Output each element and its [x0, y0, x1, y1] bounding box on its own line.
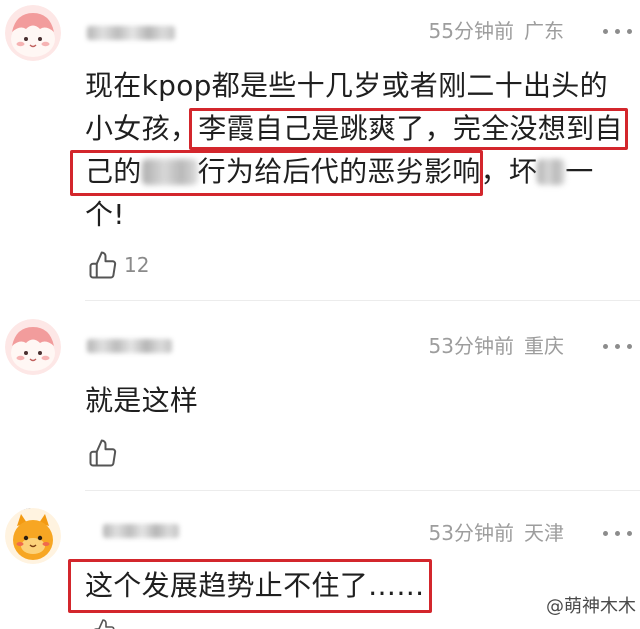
highlight-box: 这个发展趋势止不住了……: [68, 559, 432, 613]
more-dots-icon[interactable]: [603, 29, 632, 34]
highlight-box: 己的 行为给后代的恶劣影响: [70, 150, 483, 196]
username-blurred[interactable]: [103, 524, 179, 538]
like-button[interactable]: [88, 438, 118, 468]
comment-location: 广东: [524, 19, 564, 43]
comment-text-line: 小女孩，李霞自己是跳爽了，完全没想到自: [85, 107, 628, 150]
more-dots-icon[interactable]: [603, 344, 632, 349]
comment-meta: 55分钟前 广东: [429, 20, 564, 42]
highlighted-text: 行为给后代的恶劣影响: [197, 155, 481, 188]
comment-meta: 53分钟前 重庆: [429, 335, 564, 357]
comment-time: 55分钟前: [428, 19, 514, 43]
avatar-icon[interactable]: [5, 5, 61, 61]
highlight-box: 李霞自己是跳爽了，完全没想到自: [189, 107, 628, 150]
comment-text-line: 己的 行为给后代的恶劣影响，坏一: [70, 150, 623, 196]
comment-time: 53分钟前: [428, 334, 514, 358]
comment-text-line: 这个发展趋势止不住了……: [68, 559, 432, 613]
thumbs-up-icon: [89, 439, 117, 467]
text-segment: 现在kpop都是些十几岁或者刚二十出头的: [85, 69, 608, 102]
comment-text-line: 现在kpop都是些十几岁或者刚二十出头的: [85, 64, 623, 107]
thumbs-up-icon[interactable]: [92, 618, 116, 629]
comment-time: 53分钟前: [428, 521, 514, 545]
text-segment: 个!: [85, 198, 125, 231]
highlighted-text: 这个发展趋势止不住了……: [85, 569, 425, 602]
comment-text: 现在kpop都是些十几岁或者刚二十出头的 小女孩，李霞自己是跳爽了，完全没想到自…: [70, 64, 628, 236]
comment-item: 55分钟前 广东 现在kpop都是些十几岁或者刚二十出头的 小女孩，李霞自己是跳爽…: [0, 0, 640, 300]
comment-location: 重庆: [524, 334, 564, 358]
comment-text-line: 就是这样: [85, 379, 198, 422]
username-blurred[interactable]: [87, 26, 175, 40]
comment-text: 就是这样: [85, 379, 198, 422]
redacted-text-blur: [537, 159, 566, 185]
redacted-text-blur: [141, 159, 198, 185]
comment-text-line: 个!: [85, 193, 623, 236]
avatar-icon[interactable]: [5, 508, 61, 564]
text-segment: ，坏: [480, 155, 538, 188]
comment-location: 天津: [524, 521, 564, 545]
like-count: 12: [124, 253, 150, 277]
comment-text: 这个发展趋势止不住了……: [68, 559, 432, 613]
avatar-icon[interactable]: [5, 319, 61, 375]
text-segment: 就是这样: [85, 384, 199, 417]
divider: [85, 300, 640, 301]
highlighted-text: 李霞自己是跳爽了，完全没想到自: [198, 112, 623, 145]
username-blurred[interactable]: [87, 339, 172, 353]
highlighted-text: 己的: [85, 155, 142, 188]
text-segment: 小女孩，: [85, 112, 199, 145]
comment-meta: 53分钟前 天津: [429, 522, 564, 544]
thumbs-up-icon: [89, 251, 117, 279]
watermark: @萌神木木: [546, 596, 636, 617]
like-button[interactable]: 12: [88, 250, 149, 280]
divider: [85, 490, 640, 491]
more-dots-icon[interactable]: [603, 531, 632, 536]
text-segment: 一: [565, 155, 594, 188]
